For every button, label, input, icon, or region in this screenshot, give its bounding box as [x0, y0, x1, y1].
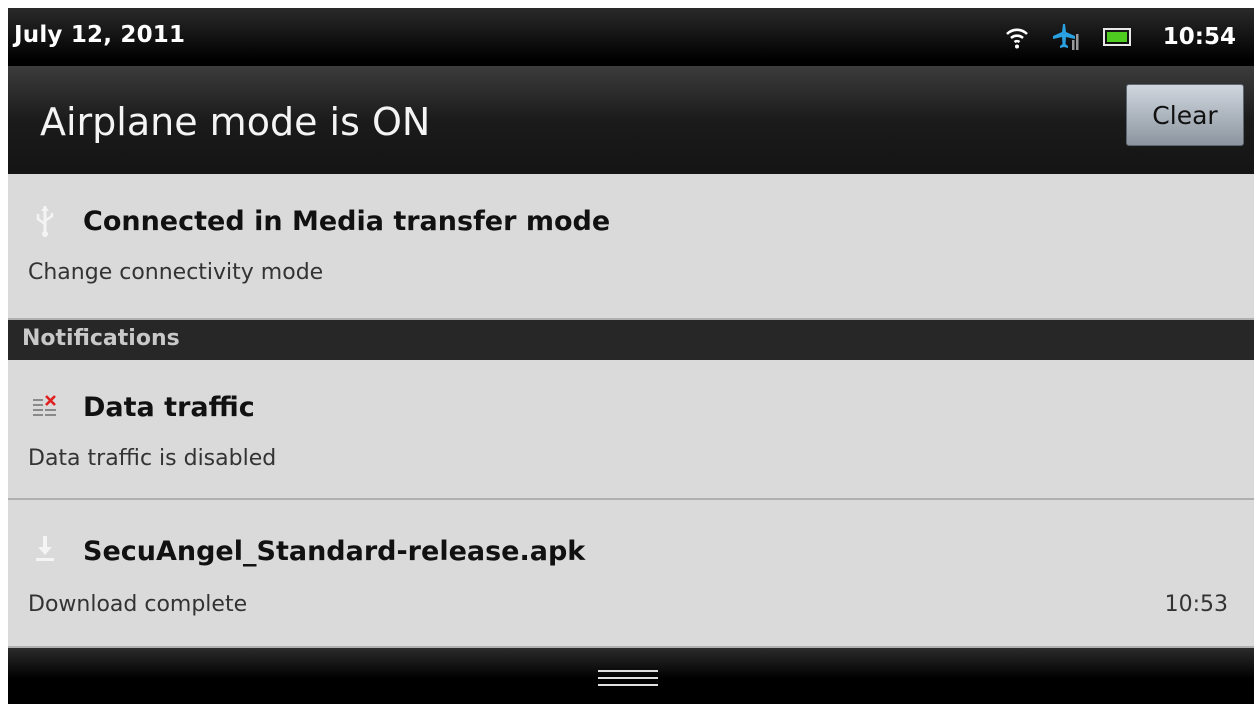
- item-subtitle: Download complete: [28, 592, 248, 617]
- page-title: Airplane mode is ON: [40, 100, 431, 144]
- status-time: 10:54: [1162, 24, 1236, 50]
- data-traffic-icon: [30, 390, 60, 424]
- item-subtitle: Data traffic is disabled: [28, 446, 277, 471]
- notification-item-data-traffic[interactable]: Data traffic Data traffic is disabled: [8, 360, 1254, 500]
- drag-handle-line: [598, 677, 658, 679]
- drag-handle[interactable]: [598, 670, 658, 690]
- notification-panel: July 12, 2011 10:54 Airplane mode is ON …: [8, 8, 1254, 704]
- notification-header: Airplane mode is ON Clear: [8, 66, 1254, 176]
- drag-handle-line: [598, 684, 658, 686]
- item-time: 10:53: [1164, 592, 1228, 617]
- bottom-bar: [8, 648, 1254, 704]
- clear-button[interactable]: Clear: [1126, 84, 1244, 146]
- item-title: SecuAngel_Standard-release.apk: [83, 536, 586, 567]
- section-header-notifications: Notifications: [8, 320, 1254, 360]
- item-subtitle: Change connectivity mode: [28, 260, 324, 285]
- airplane-icon: [1051, 22, 1081, 52]
- download-icon: [30, 532, 60, 566]
- drag-handle-line: [598, 670, 658, 672]
- item-title: Connected in Media transfer mode: [83, 206, 611, 237]
- battery-icon: [1102, 26, 1133, 48]
- usb-icon: [30, 204, 60, 238]
- wifi-icon: [1005, 24, 1029, 50]
- status-bar: July 12, 2011 10:54: [8, 8, 1254, 66]
- notification-item-download[interactable]: SecuAngel_Standard-release.apk Download …: [8, 500, 1254, 648]
- status-icons: 10:54: [1005, 18, 1236, 56]
- ongoing-item-usb[interactable]: Connected in Media transfer mode Change …: [8, 174, 1254, 320]
- status-date: July 12, 2011: [14, 22, 186, 48]
- item-title: Data traffic: [83, 392, 255, 423]
